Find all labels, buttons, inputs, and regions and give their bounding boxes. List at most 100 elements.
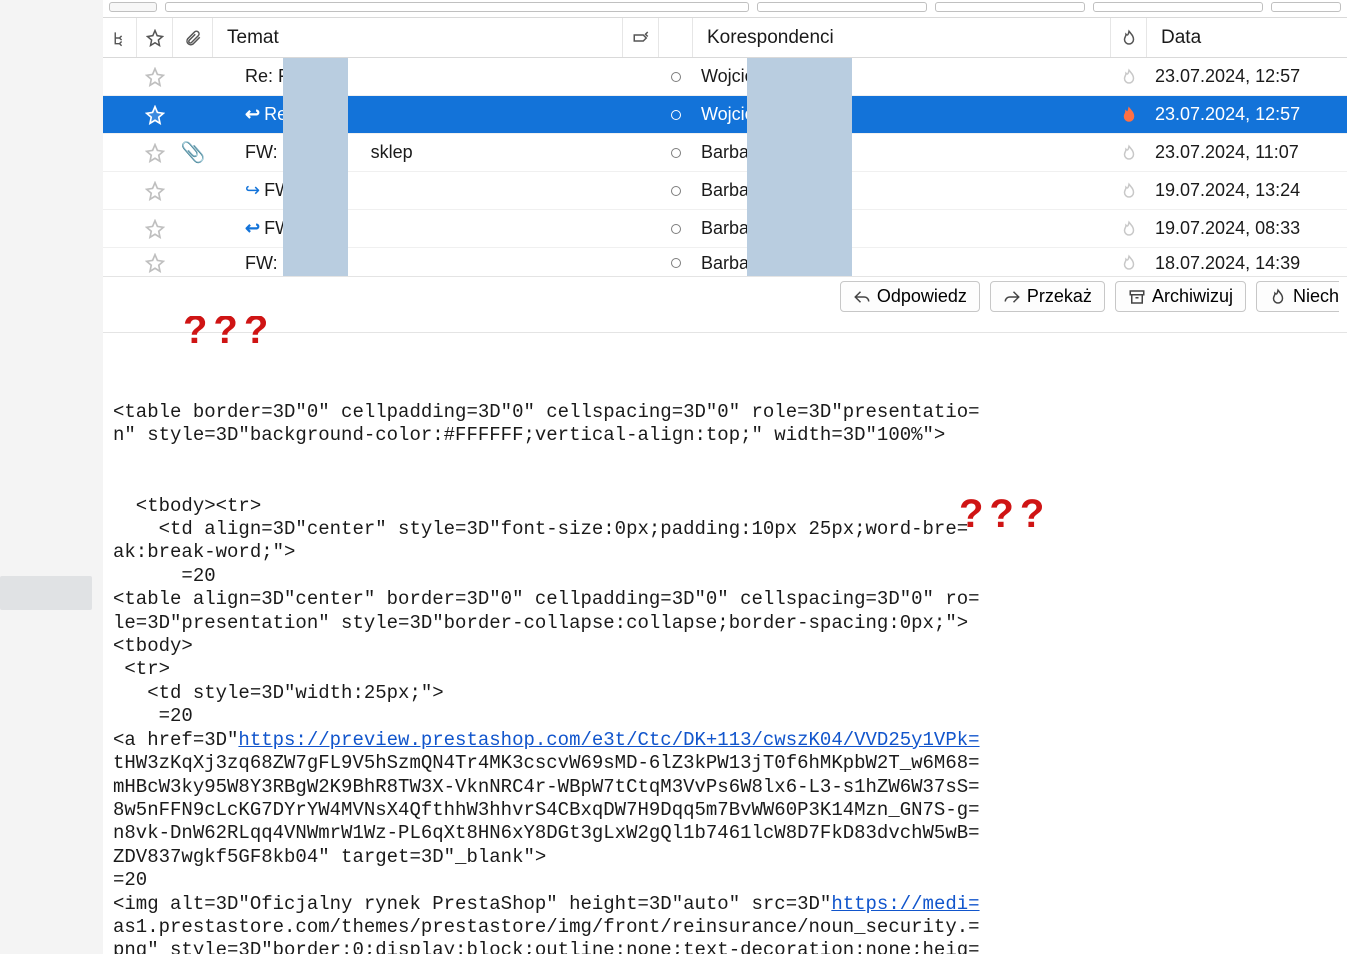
row-tag-cell [623,134,659,171]
row-subject-tail: sklep [371,142,413,163]
column-subject-label: Temat [221,27,279,49]
archive-label: Archiwizuj [1152,286,1233,307]
toolbar-search-input[interactable] [165,2,749,12]
row-read-cell[interactable] [659,96,693,133]
toolbar-segment[interactable] [1271,2,1341,12]
reply-arrow-icon: ↩ [245,218,260,239]
reply-arrow-icon: ↩ [245,104,260,125]
row-star-cell[interactable] [137,172,173,209]
row-attachment-cell [173,58,213,95]
row-read-cell[interactable] [659,210,693,247]
annotation-question-marks: ??? [183,316,274,353]
row-star-cell[interactable] [137,134,173,171]
row-star-cell[interactable] [137,58,173,95]
row-read-cell[interactable] [659,134,693,171]
toolbar-segment[interactable] [935,2,1085,12]
row-attachment-cell [173,96,213,133]
row-junk-cell[interactable] [1111,134,1147,171]
folder-sidebar[interactable] [0,0,103,954]
flame-icon [1269,288,1287,306]
row-subject-cell: ↩Re: FW [213,96,623,133]
forward-button[interactable]: Przekaż [990,281,1105,312]
star-icon [145,105,165,125]
row-thread-cell [103,210,137,247]
sidebar-selected-folder[interactable] [0,576,92,610]
row-star-cell[interactable] [137,210,173,247]
row-date-text: 18.07.2024, 14:39 [1155,253,1300,274]
forward-icon [1003,288,1021,306]
row-date-cell: 23.07.2024, 12:57 [1147,58,1347,95]
toolbar-button[interactable] [109,2,157,12]
row-junk-cell[interactable] [1111,172,1147,209]
star-icon [145,67,165,87]
toolbar-segment[interactable] [757,2,927,12]
flame-icon [1120,68,1138,86]
star-icon [146,29,164,47]
row-read-cell[interactable] [659,58,693,95]
row-junk-cell[interactable] [1111,58,1147,95]
row-thread-cell [103,58,137,95]
row-thread-cell [103,134,137,171]
message-list[interactable]: Re: FWWojciec23.07.2024, 12:57↩Re: FWWoj… [103,58,1347,276]
column-date-label: Data [1155,27,1201,49]
read-status-icon [671,186,681,196]
row-tag-cell [623,58,659,95]
flame-icon [1120,220,1138,238]
star-icon [145,143,165,163]
row-thread-cell [103,248,137,276]
row-subject-cell: FW: ar [213,248,623,276]
read-status-icon [671,110,681,120]
archive-icon [1128,288,1146,306]
row-date-cell: 18.07.2024, 14:39 [1147,248,1347,276]
flame-icon [1120,182,1138,200]
forward-label: Przekaż [1027,286,1092,307]
junk-label: Niech [1293,286,1339,307]
preview-link[interactable]: https://medi= [831,893,979,915]
row-date-cell: 23.07.2024, 11:07 [1147,134,1347,171]
column-tag[interactable] [623,18,659,57]
row-junk-cell[interactable] [1111,248,1147,276]
column-subject[interactable]: Temat [213,18,623,57]
flame-icon [1120,144,1138,162]
reply-button[interactable]: Odpowiedz [840,281,980,312]
column-date[interactable]: Data [1147,18,1347,57]
column-correspondents[interactable]: Korespondenci [693,18,1111,57]
row-date-cell: 19.07.2024, 13:24 [1147,172,1347,209]
archive-button[interactable]: Archiwizuj [1115,281,1246,312]
row-attachment-cell [173,248,213,276]
top-toolbar [103,0,1347,18]
row-subject-cell: ↩FW: ar [213,210,623,247]
preview-link[interactable]: https://preview.prestashop.com/e3t/Ctc/D… [238,729,979,751]
flame-icon [1120,254,1138,272]
column-attachment[interactable] [173,18,213,57]
column-junk[interactable] [1111,18,1147,57]
paperclip-icon [184,29,202,47]
annotation-question-marks: ??? [959,492,1050,537]
flame-icon [1120,29,1138,47]
row-thread-cell [103,96,137,133]
tag-swap-icon [632,29,650,47]
row-junk-cell[interactable] [1111,96,1147,133]
row-read-cell[interactable] [659,248,693,276]
row-attachment-cell [173,172,213,209]
column-read[interactable] [659,18,693,57]
row-star-cell[interactable] [137,96,173,133]
read-status-icon [671,72,681,82]
row-attachment-cell [173,210,213,247]
message-preview-pane[interactable]: ??? ??? <table border=3D"0" cellpadding=… [103,316,1347,954]
row-star-cell[interactable] [137,248,173,276]
row-date-text: 23.07.2024, 11:07 [1155,142,1299,163]
redaction-block [283,58,348,276]
junk-button[interactable]: Niech [1256,281,1339,312]
message-list-header: Temat Korespondenci Data [103,18,1347,58]
row-junk-cell[interactable] [1111,210,1147,247]
column-star[interactable] [137,18,173,57]
thread-icon [111,29,128,47]
message-raw-source: <table border=3D"0" cellpadding=3D"0" ce… [113,333,1347,954]
toolbar-segment[interactable] [1093,2,1263,12]
row-read-cell[interactable] [659,172,693,209]
column-thread[interactable] [103,18,137,57]
flame-icon [1120,106,1138,124]
row-subject-cell: ↪FW: ar [213,172,623,209]
row-tag-cell [623,96,659,133]
